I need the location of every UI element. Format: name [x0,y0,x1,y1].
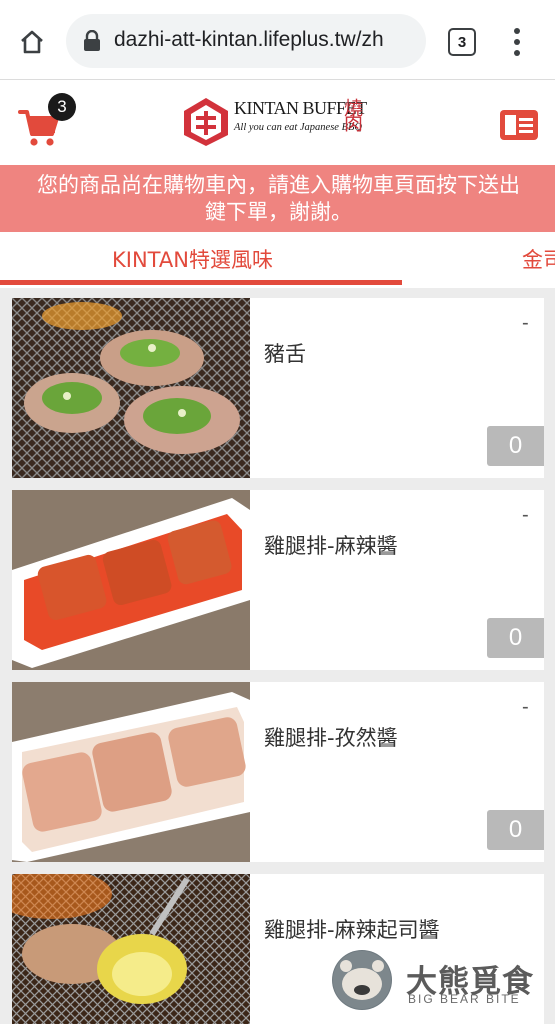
quantity-button[interactable]: 0 [487,810,544,850]
quantity-button[interactable]: 0 [487,426,544,466]
product-image-chicken-cheese[interactable] [12,874,250,1024]
lock-icon [84,30,100,51]
watermark: 大熊覓食 BIG BEAR BITE [332,950,542,1016]
logo-emblem-icon [184,98,228,146]
product-card[interactable]: 雞腿排-麻辣醬 - 0 [12,490,544,670]
product-name: 雞腿排-麻辣醬 [264,534,398,558]
product-image-chicken-cumin[interactable] [12,682,250,862]
tab-switcher-button[interactable]: 3 [448,28,476,56]
product-name: 雞腿排-孜然醬 [264,726,398,750]
notice-line-1: 您的商品尚在購物車內，請進入購物車頁面按下送出 [37,173,520,197]
product-card[interactable]: 雞腿排-孜然醬 - 0 [12,682,544,862]
address-bar[interactable]: dazhi-att-kintan.lifeplus.tw/zh [66,14,426,68]
browser-menu-button[interactable] [505,24,529,60]
home-icon [21,30,43,54]
product-image-pork-tongue[interactable] [12,298,250,478]
watermark-subtitle: BIG BEAR BITE [408,992,521,1006]
url-text: dazhi-att-kintan.lifeplus.tw/zh [114,28,384,51]
kintan-logo[interactable]: KINTAN BUFFET All you can eat Japanese B… [182,94,374,150]
product-price: - [522,504,529,526]
tab-next-category[interactable]: 金司 [522,244,555,274]
logo-kanji: 燒肉 [341,98,363,128]
site-header: 3 KINTAN BUFFET All you can eat Japanese… [0,80,555,165]
side-menu-button[interactable] [500,110,538,140]
more-vert-icon [514,28,520,34]
browser-toolbar: dazhi-att-kintan.lifeplus.tw/zh 3 [0,0,555,80]
product-name: 豬舌 [264,342,306,366]
cart-notice-banner: 您的商品尚在購物車內，請進入購物車頁面按下送出 鍵下單，謝謝。 [0,165,555,232]
cart-count-badge: 3 [48,93,76,121]
tab-count: 3 [457,33,467,51]
product-price: - [522,696,529,718]
tab-kintan-special[interactable]: KINTAN特選風味 [112,244,273,274]
product-card[interactable]: 豬舌 - 0 [12,298,544,478]
product-name: 雞腿排-麻辣起司醬 [264,918,440,942]
product-price: - [522,312,529,334]
menu-panel-icon [505,115,516,135]
quantity-button[interactable]: 0 [487,618,544,658]
notice-line-2: 鍵下單，謝謝。 [205,200,352,224]
category-tabs: KINTAN特選風味 金司 [0,232,555,288]
bear-logo-icon [332,950,392,1010]
product-image-chicken-spicy[interactable] [12,490,250,670]
active-tab-indicator [0,280,402,285]
home-button[interactable] [14,24,50,60]
